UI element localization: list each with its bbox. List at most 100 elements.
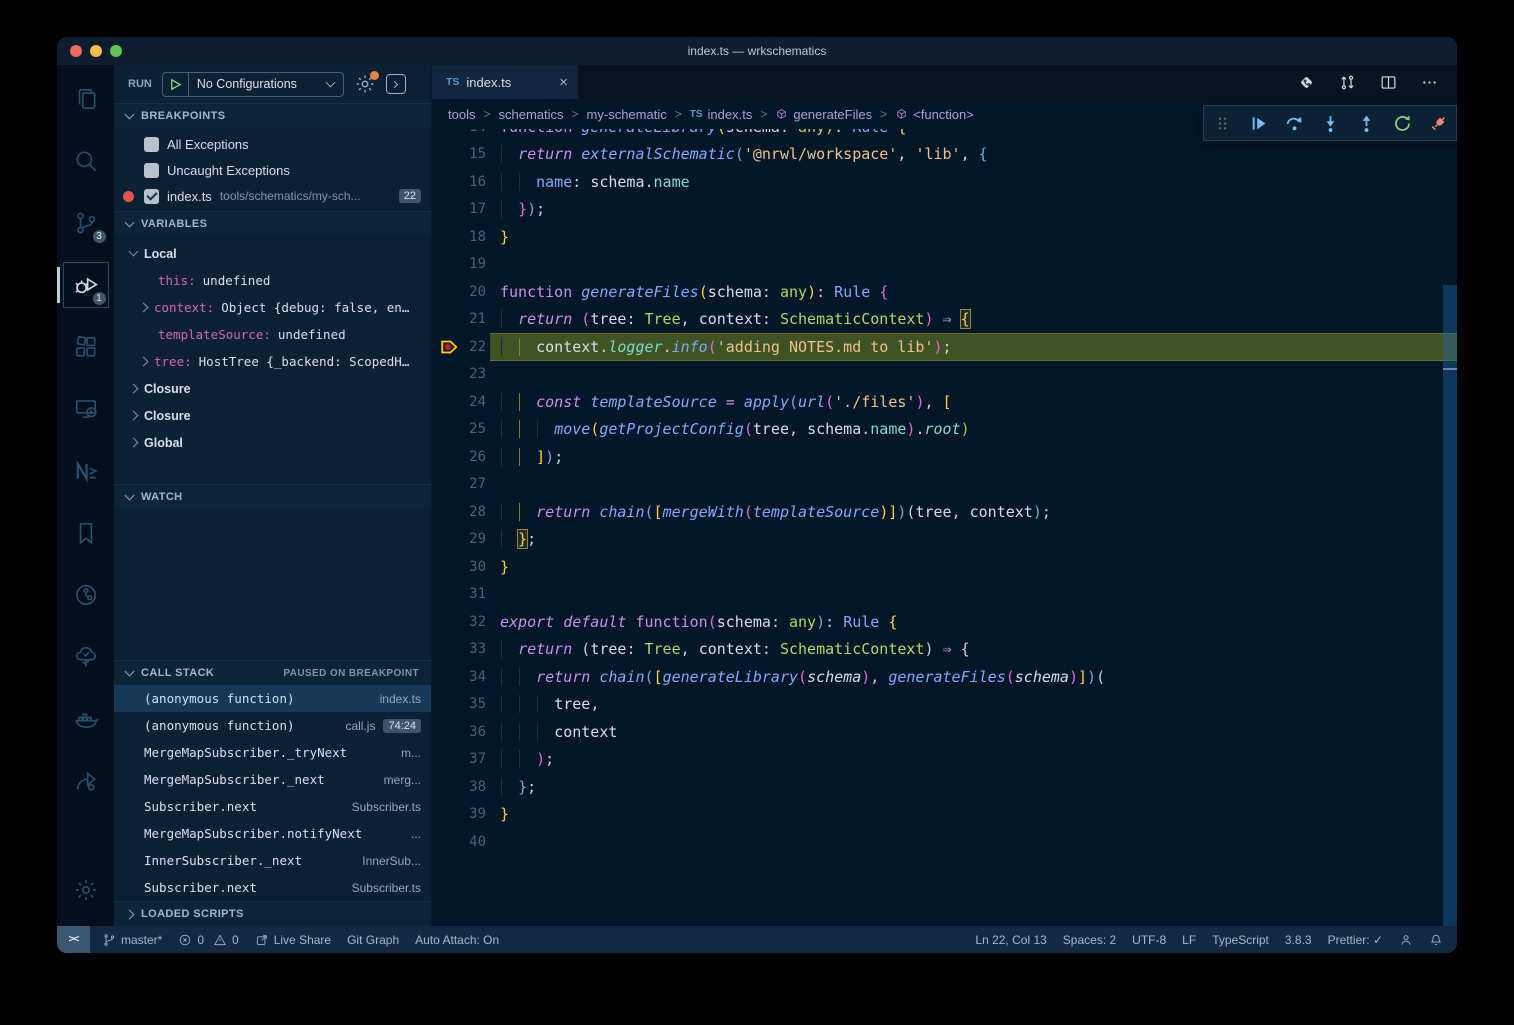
- gutter[interactable]: 32: [432, 608, 500, 636]
- gutter[interactable]: 33: [432, 636, 500, 664]
- status-problems[interactable]: 00: [178, 933, 238, 947]
- status-git-graph[interactable]: Git Graph: [347, 933, 399, 947]
- variables-section-header[interactable]: VARIABLES: [114, 211, 431, 236]
- breakpoint-checkbox[interactable]: [144, 137, 159, 152]
- more-actions-icon[interactable]: [1420, 73, 1439, 92]
- status-cursor-position[interactable]: Ln 22, Col 13: [975, 933, 1046, 947]
- code-line-40[interactable]: 40: [432, 828, 1443, 856]
- code-line-25[interactable]: 25 move(getProjectConfig(tree, schema.na…: [432, 416, 1443, 444]
- gutter[interactable]: 22: [432, 333, 500, 361]
- code-line-33[interactable]: 33 return (tree: Tree, context: Schemati…: [432, 636, 1443, 664]
- start-debug-icon[interactable]: [163, 73, 189, 96]
- status-eol[interactable]: LF: [1182, 933, 1196, 947]
- variable-this[interactable]: this:undefined: [114, 267, 431, 294]
- code-line-36[interactable]: 36 context: [432, 718, 1443, 746]
- code-line-19[interactable]: 19: [432, 251, 1443, 279]
- gutter[interactable]: 24: [432, 388, 500, 416]
- variable-context[interactable]: context:Object {debug: false, en…: [114, 294, 431, 321]
- open-changes-icon[interactable]: [1297, 73, 1316, 92]
- call-stack-frame[interactable]: Subscriber.nextSubscriber.ts: [114, 793, 431, 820]
- activity-item-explorer[interactable]: [64, 77, 108, 121]
- breakpoint-checkbox[interactable]: [144, 189, 159, 204]
- gutter[interactable]: 37: [432, 746, 500, 774]
- code-line-26[interactable]: 26 ]);: [432, 443, 1443, 471]
- gutter[interactable]: 27: [432, 471, 500, 499]
- gutter[interactable]: 35: [432, 691, 500, 719]
- call-stack-frame[interactable]: (anonymous function)call.js74:24: [114, 712, 431, 739]
- gutter[interactable]: 21: [432, 306, 500, 334]
- code-line-29[interactable]: 29 };: [432, 526, 1443, 554]
- activity-item-source-control[interactable]: 3: [64, 201, 108, 245]
- status-git-branch[interactable]: master*: [102, 933, 162, 947]
- gutter[interactable]: 18: [432, 223, 500, 251]
- gutter[interactable]: 19: [432, 251, 500, 279]
- activity-item-nx-console[interactable]: [64, 449, 108, 493]
- call-stack-frame[interactable]: (anonymous function)index.ts: [114, 685, 431, 712]
- activity-item-live-share[interactable]: [64, 759, 108, 803]
- activity-item-docker[interactable]: [64, 697, 108, 741]
- drag-handle[interactable]: [1209, 110, 1235, 136]
- step-over-button[interactable]: [1281, 110, 1307, 136]
- breakpoint-row[interactable]: All Exceptions: [114, 131, 431, 157]
- split-editor-icon[interactable]: [1379, 73, 1398, 92]
- breakpoints-section-header[interactable]: BREAKPOINTS: [114, 103, 431, 128]
- breadcrumb-item--function-[interactable]: <function>: [895, 107, 974, 122]
- call-stack-frame[interactable]: MergeMapSubscriber.notifyNext...: [114, 820, 431, 847]
- gutter[interactable]: 31: [432, 581, 500, 609]
- gutter[interactable]: 14: [432, 129, 500, 141]
- gutter[interactable]: 28: [432, 498, 500, 526]
- call-stack-frame[interactable]: MergeMapSubscriber._tryNextm...: [114, 739, 431, 766]
- variable-templateSource[interactable]: templateSource:undefined: [114, 321, 431, 348]
- status-auto-attach[interactable]: Auto Attach: On: [415, 933, 499, 947]
- status-encoding[interactable]: UTF-8: [1132, 933, 1166, 947]
- code-line-28[interactable]: 28 return chain([mergeWith(templateSourc…: [432, 498, 1443, 526]
- gutter[interactable]: 16: [432, 168, 500, 196]
- scrollbar-thumb[interactable]: [1443, 285, 1457, 926]
- breadcrumb-item-tools[interactable]: tools: [448, 107, 475, 122]
- code-line-39[interactable]: 39}: [432, 801, 1443, 829]
- gutter[interactable]: 17: [432, 196, 500, 224]
- gutter[interactable]: 29: [432, 526, 500, 554]
- code-line-27[interactable]: 27: [432, 471, 1443, 499]
- call-stack-frame[interactable]: Subscriber.nextSubscriber.ts: [114, 874, 431, 901]
- editor-scrollbar[interactable]: [1443, 129, 1457, 926]
- status-prettier[interactable]: Prettier: ✓: [1328, 933, 1383, 947]
- gutter[interactable]: 25: [432, 416, 500, 444]
- activity-item-test-explorer[interactable]: [64, 635, 108, 679]
- debug-console-icon[interactable]: [386, 74, 406, 94]
- gutter[interactable]: 23: [432, 361, 500, 389]
- breadcrumb-item-my-schematic[interactable]: my-schematic: [587, 107, 667, 122]
- status-ts-version[interactable]: 3.8.3: [1285, 933, 1312, 947]
- tab-index-ts[interactable]: TS index.ts ×: [432, 65, 578, 99]
- gutter[interactable]: 20: [432, 278, 500, 306]
- activity-item-git-history[interactable]: [64, 573, 108, 617]
- code-line-17[interactable]: 17 });: [432, 196, 1443, 224]
- code-line-20[interactable]: 20function generateFiles(schema: any): R…: [432, 278, 1443, 306]
- code-line-15[interactable]: 15 return externalSchematic('@nrwl/works…: [432, 141, 1443, 169]
- activity-item-search[interactable]: [64, 139, 108, 183]
- call-stack-frame[interactable]: InnerSubscriber._nextInnerSub...: [114, 847, 431, 874]
- remote-indicator[interactable]: ><: [57, 926, 90, 953]
- breadcrumb-item-schematics[interactable]: schematics: [498, 107, 563, 122]
- restart-button[interactable]: [1389, 110, 1415, 136]
- compare-changes-icon[interactable]: [1338, 73, 1357, 92]
- loaded-scripts-section-header[interactable]: LOADED SCRIPTS: [114, 901, 431, 926]
- status-language-mode[interactable]: TypeScript: [1212, 933, 1269, 947]
- status-feedback[interactable]: [1399, 933, 1413, 947]
- variables-scope-closure[interactable]: Closure: [114, 375, 431, 402]
- gutter[interactable]: 15: [432, 141, 500, 169]
- call-stack-frame[interactable]: MergeMapSubscriber._nextmerg...: [114, 766, 431, 793]
- step-out-button[interactable]: [1353, 110, 1379, 136]
- code-line-31[interactable]: 31: [432, 581, 1443, 609]
- gutter[interactable]: 26: [432, 443, 500, 471]
- variables-scope-global[interactable]: Global: [114, 429, 431, 456]
- code-line-38[interactable]: 38 };: [432, 773, 1443, 801]
- code-line-24[interactable]: 24 const templateSource = apply(url('./f…: [432, 388, 1443, 416]
- code-line-16[interactable]: 16 name: schema.name: [432, 168, 1443, 196]
- gutter[interactable]: 36: [432, 718, 500, 746]
- breadcrumb-item-generatefiles[interactable]: generateFiles: [775, 107, 872, 122]
- activity-item-settings[interactable]: [64, 868, 108, 912]
- watch-section-header[interactable]: WATCH: [114, 484, 431, 509]
- step-into-button[interactable]: [1317, 110, 1343, 136]
- activity-item-bookmarks[interactable]: [64, 511, 108, 555]
